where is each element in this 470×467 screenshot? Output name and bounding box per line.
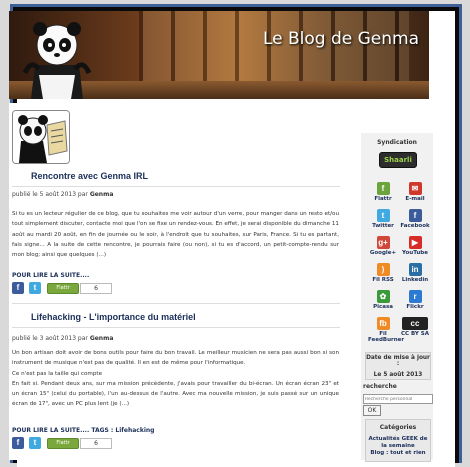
rss-icon: ) <box>376 263 390 276</box>
category-link[interactable]: Blog : tout et rien <box>366 450 430 457</box>
post-title-1[interactable]: Rencontre avec Genma IRL <box>31 171 148 181</box>
flattr-count-1: 6 <box>80 283 112 294</box>
feedburner-icon: fb <box>376 317 390 330</box>
social-label: Linkedin <box>401 277 429 283</box>
social-link-flickr[interactable]: r Flickr <box>400 290 430 310</box>
post-excerpt-2: Un bon artisan doit avoir de bons outils… <box>12 348 339 410</box>
category-link[interactable]: Actualités GEEK de la semaine <box>366 436 430 450</box>
linkedin-icon: in <box>408 263 422 276</box>
post-excerpt-1: Si tu es un lecteur régulier de ce blog,… <box>12 211 339 259</box>
social-link-cc-by-sa[interactable]: cc CC BY SA <box>400 317 430 337</box>
facebook-share-icon[interactable]: f <box>12 282 24 294</box>
social-link-googleplus[interactable]: g+ Google+ <box>368 236 398 256</box>
flattr-button-2[interactable]: Flattr <box>47 438 79 449</box>
read-more-text-2[interactable]: POUR LIRE LA SUITE.... TAGS : <box>12 427 113 434</box>
post-paragraph: En fait si. Pendant deux ans, sur ma mis… <box>12 380 339 408</box>
flickr-icon: r <box>408 290 422 303</box>
social-label: CC BY SA <box>401 331 429 337</box>
social-label: Twitter <box>372 223 394 229</box>
social-label: Flickr <box>406 304 424 310</box>
social-link-youtube[interactable]: ▶ YouTube <box>400 236 430 256</box>
read-more-link-2: POUR LIRE LA SUITE.... TAGS : Lifehackin… <box>12 427 154 434</box>
categories-title: Catégories <box>379 424 417 431</box>
search-ok-button[interactable]: OK <box>363 405 381 416</box>
post-date-2: publié le 3 août 2013 par <box>12 335 88 342</box>
social-label: Facebook <box>400 223 430 229</box>
post-date-1: publié le 5 août 2013 par <box>12 191 88 198</box>
social-link-facebook[interactable]: f Facebook <box>400 209 430 229</box>
cc-by-sa-icon: cc <box>402 317 428 330</box>
picasa-icon: ✿ <box>376 290 390 303</box>
flattr-button-1[interactable]: Flattr <box>47 283 79 294</box>
twitter-share-icon[interactable]: t <box>29 437 41 449</box>
categories-box: Catégories Actualités GEEK de la semaine… <box>365 419 431 462</box>
search-input[interactable] <box>363 394 433 404</box>
social-label: E-mail <box>405 196 425 202</box>
social-label: Picasa <box>373 304 393 310</box>
update-date: Le 5 août 2013 <box>373 372 423 378</box>
facebook-icon: f <box>408 209 422 222</box>
flattr-count-2: 6 <box>80 438 112 449</box>
social-link-rss[interactable]: ) Fil RSS <box>368 263 398 283</box>
email-icon: ✉ <box>408 182 422 195</box>
post-author-1[interactable]: Genma <box>90 191 114 198</box>
social-label: YouTube <box>402 250 428 256</box>
read-more-link-1[interactable]: POUR LIRE LA SUITE.... <box>12 272 89 279</box>
social-label: Fil RSS <box>372 277 394 283</box>
post-paragraph: Un bon artisan doit avoir de bons outils… <box>12 350 339 367</box>
flattr-icon: f <box>376 182 390 195</box>
social-label: Flattr <box>374 196 392 202</box>
social-link-feedburner[interactable]: fb Fil FeedBurner <box>368 317 405 343</box>
update-title: Date de mise à jour : <box>366 355 430 367</box>
post-meta-2: publié le 3 août 2013 par Genma <box>12 335 113 342</box>
shaarli-label: Shaarli <box>384 156 412 164</box>
social-link-twitter[interactable]: t Twitter <box>368 209 398 229</box>
googleplus-icon: g+ <box>376 236 390 249</box>
social-link-picasa[interactable]: ✿ Picasa <box>368 290 398 310</box>
social-link-email[interactable]: ✉ E-mail <box>400 182 430 202</box>
post-divider <box>12 303 340 304</box>
blog-title[interactable]: Le Blog de Genma <box>263 29 419 49</box>
post-author-2[interactable]: Genma <box>90 335 114 342</box>
social-label: Google+ <box>369 250 397 256</box>
post-meta-1: publié le 5 août 2013 par Genma <box>12 191 113 198</box>
youtube-icon: ▶ <box>408 236 422 249</box>
header-banner[interactable]: Le Blog de Genma <box>9 11 429 99</box>
panda-avatar-icon <box>12 110 70 164</box>
shaarli-button[interactable]: Shaarli <box>379 152 417 168</box>
facebook-share-icon[interactable]: f <box>12 437 24 449</box>
tag-link[interactable]: Lifehacking <box>115 427 154 434</box>
post-divider <box>12 186 340 187</box>
social-label: Fil FeedBurner <box>368 331 405 343</box>
search-title: recherche <box>363 383 397 390</box>
social-link-flattr[interactable]: f Flattr <box>368 182 398 202</box>
twitter-icon: t <box>376 209 390 222</box>
post-divider <box>12 327 340 328</box>
post-paragraph: Ce n'est pas la taille qui compte <box>12 370 103 377</box>
post-title-2[interactable]: Lifehacking - L'importance du matériel <box>31 312 196 322</box>
share-bar-2: f t Flattr 6 <box>12 437 132 449</box>
update-box: Date de mise à jour : Le 5 août 2013 <box>365 352 431 380</box>
twitter-share-icon[interactable]: t <box>29 282 41 294</box>
social-link-linkedin[interactable]: in Linkedin <box>400 263 430 283</box>
panda-mascot-icon <box>22 22 92 99</box>
share-bar-1: f t Flattr 6 <box>12 282 132 294</box>
main-content: Rencontre avec Genma IRL publié le 5 aoû… <box>9 103 341 460</box>
syndication-title: Syndication <box>377 139 417 146</box>
